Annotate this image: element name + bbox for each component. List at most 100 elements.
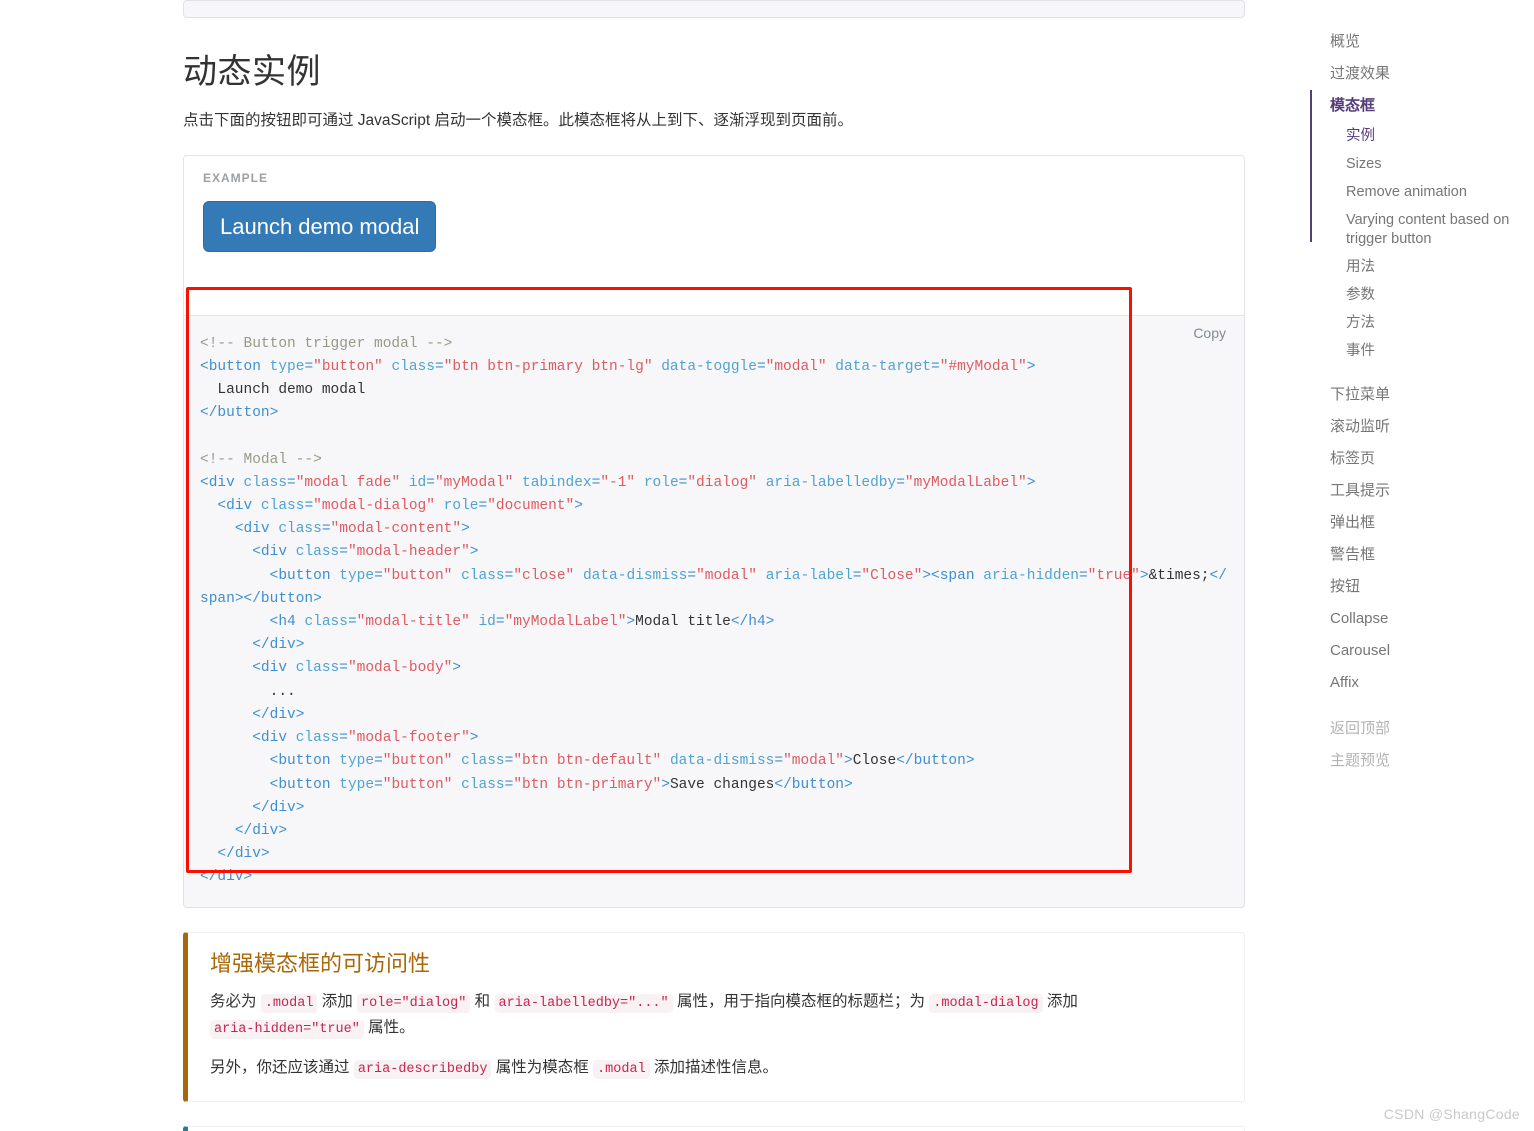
sidebar-item-17[interactable]: 按钮 [1310, 571, 1534, 603]
main-content: </div><!-- /.modal --> 动态实例 点击下面的按钮即可通过 … [183, 0, 1245, 1131]
inline-code: aria-labelledby="..." [494, 994, 673, 1014]
code-token-punct: > [922, 567, 932, 584]
code-token-punct: </ [252, 637, 270, 654]
code-token-punct: > [626, 614, 636, 631]
code-token-punct: > [844, 753, 853, 770]
code-token-attr: type [339, 776, 375, 793]
code-token-punct: < [217, 498, 227, 515]
clipped-code-line: </div><!-- /.modal --> [198, 1, 1230, 8]
code-token-punct: > [661, 776, 670, 793]
code-token-val: "modal" [765, 358, 827, 375]
sidebar-item-3[interactable]: 实例 [1310, 122, 1534, 150]
sidebar-item-20[interactable]: Affix [1310, 667, 1534, 699]
code-token-punct: = [287, 474, 296, 491]
sidebar-footer-item-1[interactable]: 主题预览 [1310, 745, 1534, 777]
sidebar-footer-item-label: 返回顶部 [1330, 720, 1391, 738]
code-token-attr: class [295, 544, 340, 561]
code-token-attr: id [408, 474, 427, 491]
code-token-punct: = [774, 753, 784, 770]
sidebar-item-2[interactable]: 模态框 [1310, 90, 1534, 242]
sidebar-item-label: 参数 [1346, 286, 1375, 303]
code-token-attr: aria-hidden [983, 567, 1079, 584]
code-token-tag: button [278, 753, 331, 770]
code-snippet-content: <!-- Button trigger modal --> <button ty… [200, 336, 1227, 886]
code-token-tag: div [208, 474, 235, 491]
sidebar-item-0[interactable]: 概览 [1310, 26, 1534, 58]
sidebar-item-9[interactable]: 方法 [1310, 309, 1534, 337]
code-token-attr: data-dismiss [669, 753, 775, 770]
code-token-tag: button [217, 405, 270, 422]
code-token-attr: class [461, 567, 505, 584]
code-token-tag: button [278, 776, 331, 793]
code-token-punct: = [1078, 567, 1088, 584]
code-token-attr: class [260, 498, 305, 515]
code-token-attr: aria-label [765, 567, 853, 584]
sidebar-item-15[interactable]: 弹出框 [1310, 507, 1534, 539]
code-token-tag: div [269, 706, 296, 723]
code-token-val: "true" [1087, 567, 1140, 584]
sidebar-item-4[interactable]: Sizes [1310, 150, 1534, 178]
code-token-punct: </ [774, 776, 792, 793]
copy-button[interactable]: Copy [1187, 323, 1232, 343]
code-token-tag: div [217, 869, 244, 886]
launch-demo-modal-button[interactable]: Launch demo modal [203, 200, 437, 252]
sidebar-item-11[interactable]: 下拉菜单 [1310, 379, 1534, 411]
code-token-val: "modal-header" [347, 544, 470, 561]
sidebar-item-label: 方法 [1346, 314, 1375, 331]
code-token-val: "-1" [600, 474, 636, 491]
code-token-punct: </ [1209, 567, 1227, 584]
sidebar-item-14[interactable]: 工具提示 [1310, 475, 1534, 507]
code-token-val: "button" [382, 567, 453, 584]
code-token-tag: div [269, 799, 296, 816]
sidebar-item-5[interactable]: Remove animation [1310, 178, 1534, 206]
sidebar-item-13[interactable]: 标签页 [1310, 443, 1534, 475]
code-token-attr: data-toggle [661, 358, 757, 375]
sidebar-item-18[interactable]: Collapse [1310, 603, 1534, 635]
code-token-comment: <!-- Modal --> [200, 451, 322, 468]
code-token-tag: button [791, 776, 844, 793]
sidebar-item-16[interactable]: 警告框 [1310, 539, 1534, 571]
code-token-val: "dialog" [687, 474, 757, 491]
page-title: 动态实例 [183, 53, 321, 91]
code-token-punct: > [295, 637, 305, 654]
sidebar-footer-item-0[interactable]: 返回顶部 [1310, 713, 1534, 745]
sidebar-item-19[interactable]: Carousel [1310, 635, 1534, 667]
sidebar-item-label: 实例 [1346, 128, 1375, 144]
sidebar-item-10[interactable]: 事件 [1310, 337, 1534, 365]
code-token-text: &times; [1148, 567, 1210, 584]
code-token-tag: div [269, 637, 296, 654]
code-token-punct: = [504, 776, 514, 793]
code-token-punct: = [687, 567, 697, 584]
sidebar-item-12[interactable]: 滚动监听 [1310, 411, 1534, 443]
sidebar-item-label: 概览 [1330, 33, 1361, 50]
sidebar-item-8[interactable]: 参数 [1310, 281, 1534, 309]
code-token-attr: class [295, 660, 340, 677]
code-snippet: <!-- Button trigger modal --> <button ty… [184, 316, 1244, 906]
sidebar-item-7[interactable]: 用法 [1310, 253, 1534, 281]
code-token-tag: span [939, 567, 975, 584]
code-token-punct: < [931, 567, 940, 584]
code-token-punct: = [374, 567, 383, 584]
sidebar-footer-spacer [1310, 699, 1534, 713]
code-token-attr: data-dismiss [582, 567, 688, 584]
code-token-attr: id [478, 614, 496, 631]
code-token-punct: > [234, 590, 244, 607]
code-token-punct: = [304, 358, 314, 375]
code-token-punct: > [1026, 358, 1036, 375]
code-token-tag: div [252, 822, 279, 839]
code-token-attr: class [304, 614, 348, 631]
code-token-attr: class [391, 358, 435, 375]
sidebar-item-1[interactable]: 过渡效果 [1310, 58, 1534, 90]
code-token-punct: </ [252, 706, 270, 723]
code-token-punct: > [313, 590, 322, 607]
code-token-tag: button [278, 567, 331, 584]
sidebar-item-6[interactable]: Varying content based on trigger button [1310, 206, 1534, 252]
code-token-val: "modal" [696, 567, 757, 584]
